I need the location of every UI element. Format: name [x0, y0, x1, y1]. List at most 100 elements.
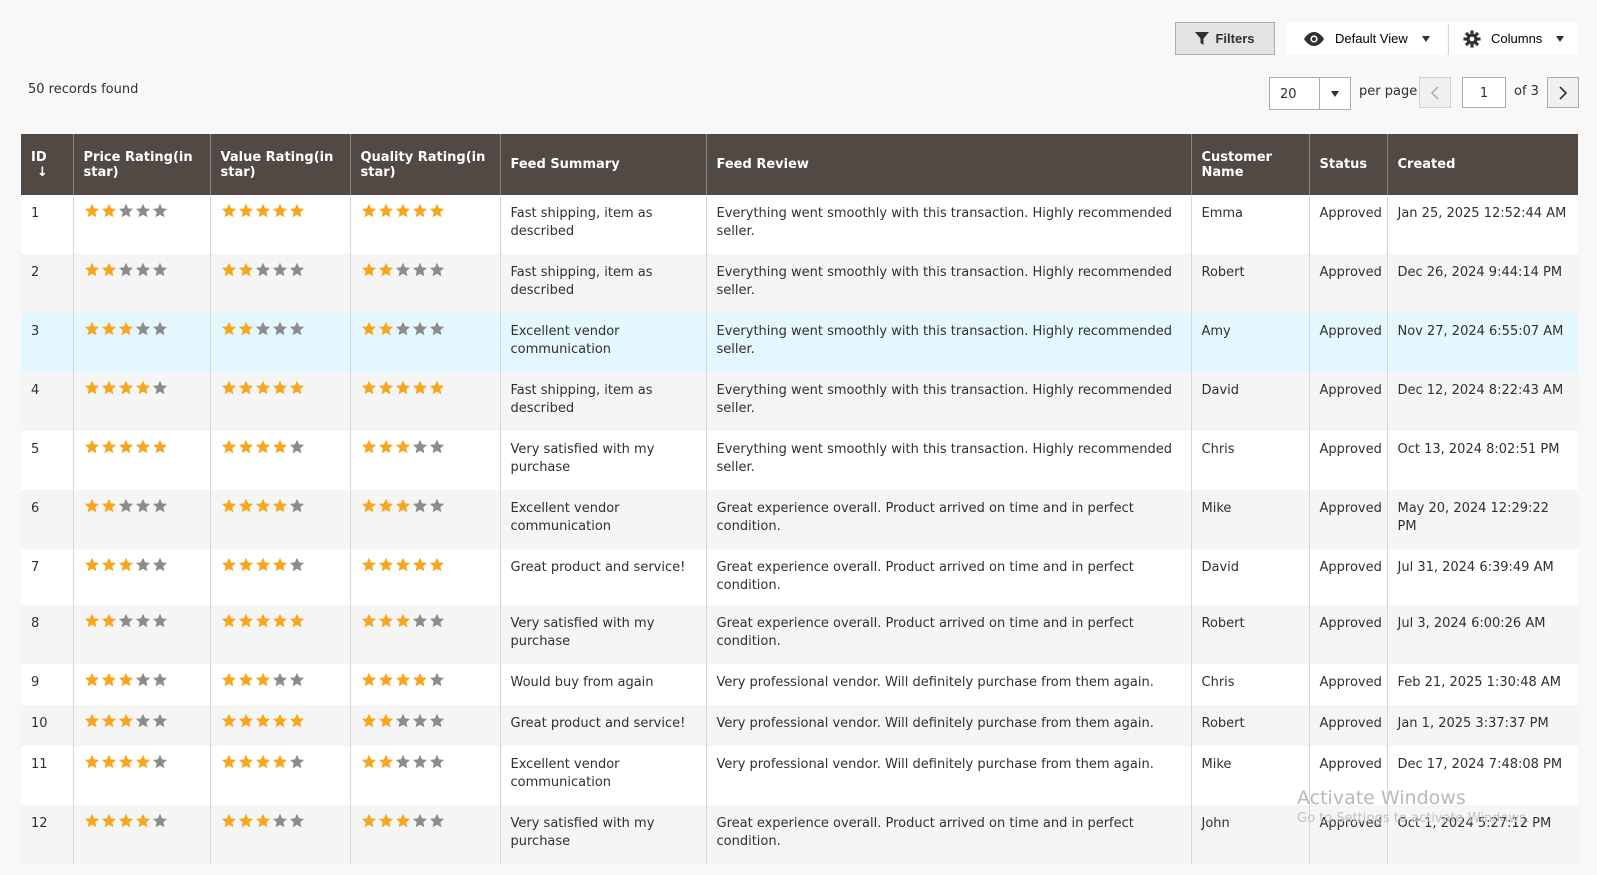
- star-rating: [221, 713, 305, 729]
- star-rating: [84, 203, 168, 219]
- star-icon: [378, 321, 393, 336]
- star-icon: [238, 713, 253, 728]
- current-page-input[interactable]: 1: [1462, 77, 1506, 108]
- star-icon: [429, 713, 444, 728]
- star-icon: [395, 672, 410, 687]
- customer-name-cell: David: [1190, 549, 1309, 605]
- star-rating: [361, 380, 445, 396]
- table-row[interactable]: 8 Very satisfied with my purchase Great ex…: [21, 605, 1578, 664]
- column-header-id[interactable]: ID ↓: [21, 134, 73, 195]
- id-cell: 10: [21, 705, 73, 746]
- quality-rating-cell: [349, 254, 500, 313]
- star-icon: [152, 557, 167, 572]
- star-icon: [118, 754, 133, 769]
- column-header-customer-name[interactable]: Customer Name: [1190, 134, 1309, 195]
- table-row[interactable]: 4 Fast shipping, item as described Everyth…: [21, 372, 1578, 431]
- star-icon: [378, 262, 393, 277]
- star-icon: [255, 321, 270, 336]
- star-icon: [289, 813, 304, 828]
- filters-button[interactable]: Filters: [1175, 22, 1275, 55]
- feed-summary-cell: Excellent vendor communication: [499, 490, 706, 549]
- next-page-button[interactable]: [1547, 77, 1579, 108]
- star-icon: [289, 203, 304, 218]
- table-row[interactable]: 2 Fast shipping, item as described Everyth…: [21, 254, 1578, 313]
- star-icon: [378, 498, 393, 513]
- star-icon: [238, 557, 253, 572]
- star-icon: [272, 713, 287, 728]
- per-page-select[interactable]: 20: [1269, 77, 1351, 110]
- table-row[interactable]: 3 Excellent vendor communication Everythin…: [21, 313, 1578, 372]
- feed-summary-cell: Would buy from again: [499, 664, 706, 705]
- quality-rating-cell: [349, 746, 500, 805]
- star-icon: [238, 262, 253, 277]
- star-icon: [118, 713, 133, 728]
- star-icon: [118, 380, 133, 395]
- chevron-down-icon: [1556, 35, 1565, 42]
- star-icon: [238, 813, 253, 828]
- star-rating: [221, 203, 305, 219]
- id-cell: 5: [21, 431, 73, 490]
- table-row[interactable]: 5 Very satisfied with my purchase Everythi…: [21, 431, 1578, 490]
- table-row[interactable]: 7 Great product and service! Great experie…: [21, 549, 1578, 605]
- column-header-status[interactable]: Status: [1308, 134, 1387, 195]
- star-icon: [84, 813, 99, 828]
- value-rating-cell: [209, 549, 350, 605]
- star-icon: [395, 713, 410, 728]
- column-header-created[interactable]: Created: [1386, 134, 1578, 195]
- table-row[interactable]: 10 Great product and service! Very profess…: [21, 705, 1578, 746]
- id-cell: 7: [21, 549, 73, 605]
- column-header-value-rating[interactable]: Value Rating(in star): [209, 134, 350, 195]
- table-row[interactable]: 6 Excellent vendor communication Great exp…: [21, 490, 1578, 549]
- star-rating: [84, 813, 168, 829]
- star-icon: [378, 613, 393, 628]
- star-icon: [361, 498, 376, 513]
- star-icon: [378, 439, 393, 454]
- star-icon: [84, 754, 99, 769]
- star-icon: [84, 613, 99, 628]
- value-rating-cell: [209, 805, 350, 864]
- star-icon: [84, 380, 99, 395]
- star-icon: [272, 321, 287, 336]
- column-header-feed-review[interactable]: Feed Review: [705, 134, 1191, 195]
- feed-review-cell: Very professional vendor. Will definitel…: [705, 705, 1191, 746]
- records-count: 50 records found: [28, 82, 139, 97]
- star-icon: [135, 754, 150, 769]
- star-icon: [255, 813, 270, 828]
- default-view-dropdown[interactable]: Default View: [1287, 22, 1447, 55]
- price-rating-cell: [72, 372, 210, 431]
- feed-review-cell: Everything went smoothly with this trans…: [705, 254, 1191, 313]
- star-icon: [378, 713, 393, 728]
- star-icon: [221, 613, 236, 628]
- per-page-toggle[interactable]: [1319, 78, 1350, 109]
- star-icon: [152, 713, 167, 728]
- id-cell: 8: [21, 605, 73, 664]
- star-icon: [395, 813, 410, 828]
- feed-summary-cell: Very satisfied with my purchase: [499, 605, 706, 664]
- total-pages-label: of 3: [1514, 84, 1539, 99]
- star-rating: [361, 203, 445, 219]
- star-icon: [152, 754, 167, 769]
- table-row[interactable]: 1 Fast shipping, item as described Everyth…: [21, 195, 1578, 254]
- star-icon: [289, 754, 304, 769]
- column-header-price-rating[interactable]: Price Rating(in star): [72, 134, 210, 195]
- column-header-feed-summary[interactable]: Feed Summary: [499, 134, 706, 195]
- eye-icon: [1304, 31, 1324, 46]
- table-row[interactable]: 9 Would buy from again Very professional v…: [21, 664, 1578, 705]
- star-rating: [84, 613, 168, 629]
- customer-name-cell: Chris: [1190, 664, 1309, 705]
- columns-dropdown[interactable]: Columns: [1449, 22, 1578, 55]
- star-icon: [429, 754, 444, 769]
- id-cell: 11: [21, 746, 73, 805]
- star-icon: [255, 380, 270, 395]
- id-cell: 3: [21, 313, 73, 372]
- star-icon: [221, 321, 236, 336]
- star-icon: [221, 813, 236, 828]
- id-cell: 12: [21, 805, 73, 864]
- previous-page-button[interactable]: [1419, 77, 1451, 108]
- star-rating: [84, 557, 168, 573]
- customer-name-cell: Robert: [1190, 705, 1309, 746]
- quality-rating-cell: [349, 490, 500, 549]
- star-icon: [289, 613, 304, 628]
- column-header-quality-rating[interactable]: Quality Rating(in star): [349, 134, 500, 195]
- star-icon: [412, 203, 427, 218]
